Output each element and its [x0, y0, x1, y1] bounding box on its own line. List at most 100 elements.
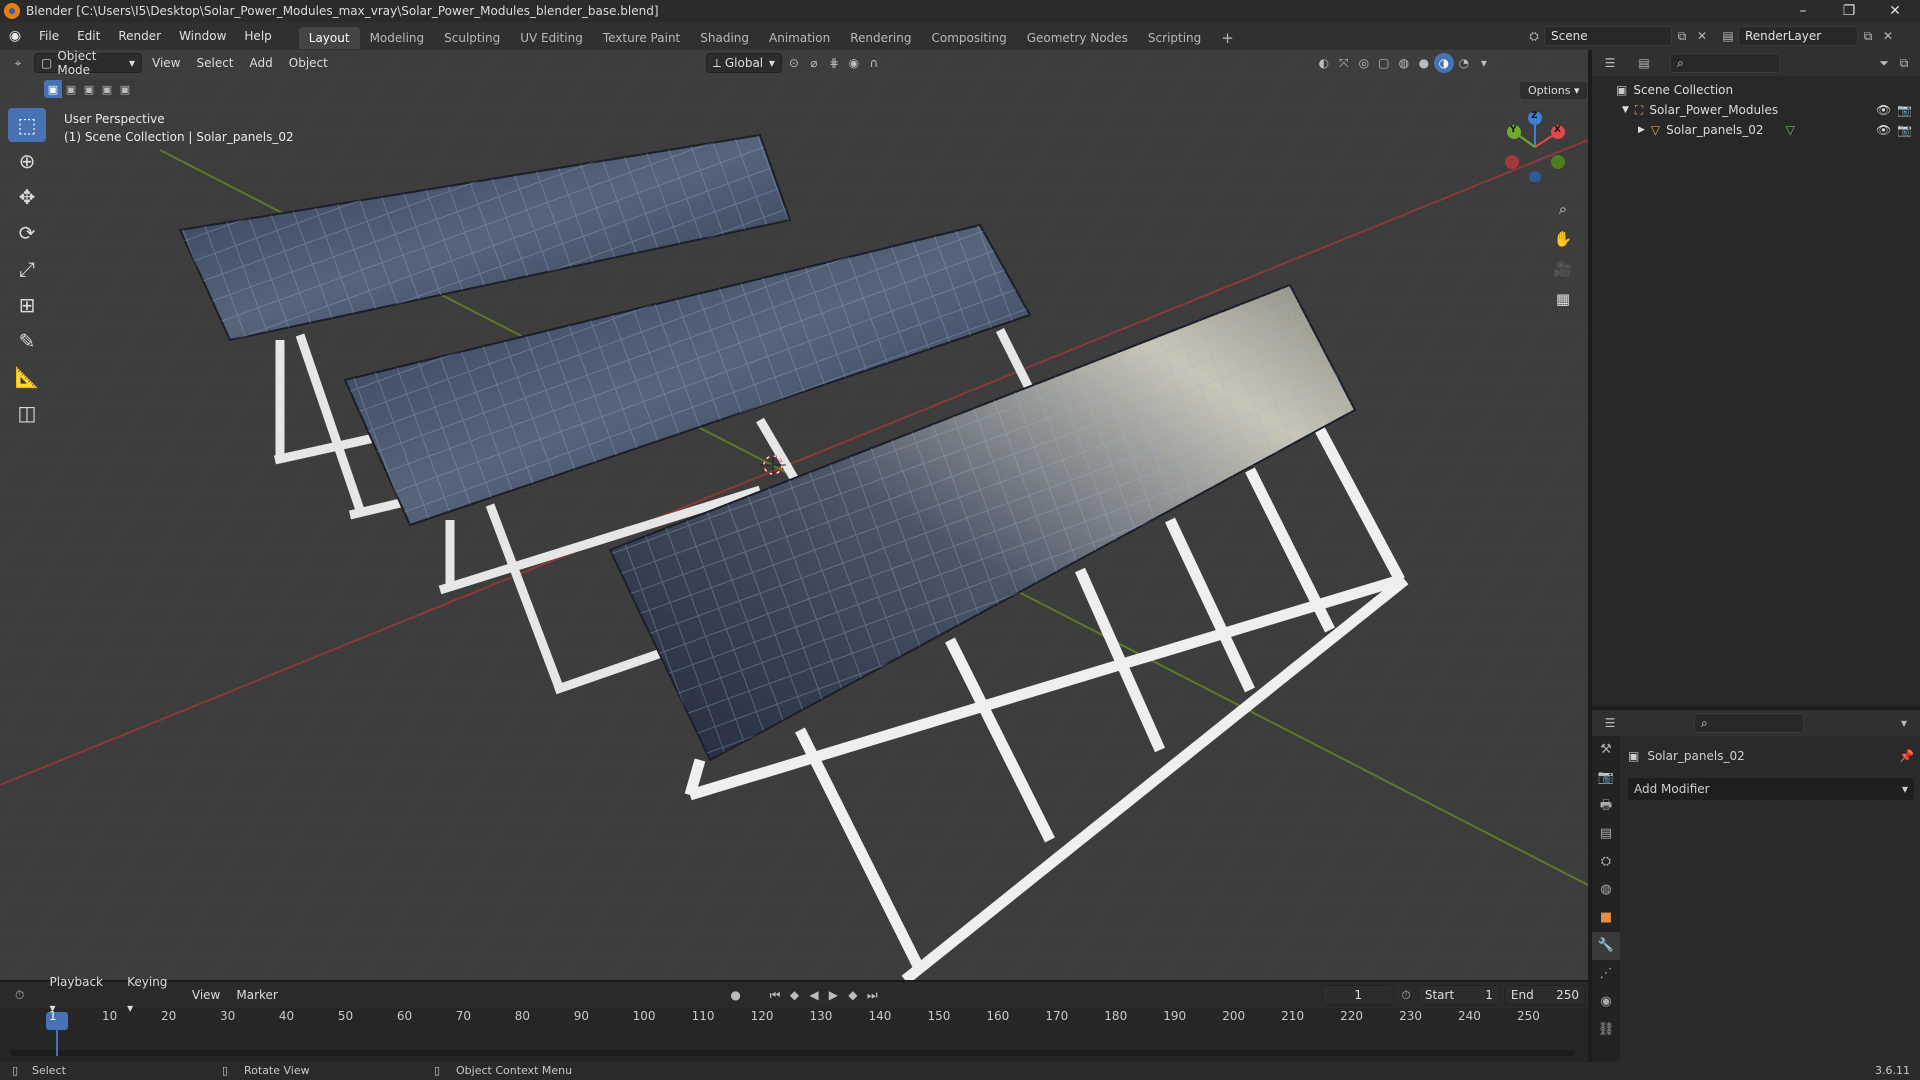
options-dropdown[interactable]: Options ▾ [1520, 82, 1588, 99]
collection-visibility-icon[interactable]: 👁 [1876, 103, 1891, 117]
mesh-data-icon[interactable]: ▽ [1786, 123, 1795, 137]
use-preview-range-icon[interactable]: ⏱ [1396, 985, 1415, 1005]
navigation-gizmo[interactable]: X Y Z [1500, 111, 1570, 183]
new-collection-icon[interactable]: ⧉ [1894, 53, 1914, 73]
select-intersect-icon[interactable]: ▣ [116, 80, 134, 98]
snap-target-icon[interactable]: ⋕ [824, 53, 844, 73]
falloff-icon[interactable]: ∩ [864, 53, 884, 73]
record-icon[interactable]: ● [726, 985, 745, 1005]
add-cube-tool-icon[interactable]: ◫ [8, 396, 46, 430]
pivot-icon[interactable]: ⊙ [784, 53, 804, 73]
scale-tool-icon[interactable]: ⤢ [8, 252, 46, 286]
viewport-menu-view[interactable]: View [144, 50, 188, 76]
jump-end-icon[interactable]: ⏭ [863, 985, 882, 1005]
select-subtract-icon[interactable]: ▣ [80, 80, 98, 98]
filter-icon[interactable]: ⏷ [1874, 53, 1894, 73]
render-tab-icon[interactable]: 📷 [1592, 764, 1620, 792]
cursor-tool-icon[interactable]: ⊕ [8, 144, 46, 178]
properties-search-input[interactable]: ⌕ [1694, 713, 1804, 733]
pan-hand-icon[interactable]: ✋ [1549, 225, 1577, 253]
tab-sculpting[interactable]: Sculpting [434, 27, 510, 49]
tab-geometry-nodes[interactable]: Geometry Nodes [1017, 27, 1138, 49]
xray-icon[interactable]: ▢ [1374, 53, 1394, 73]
properties-options-icon[interactable]: ▾ [1894, 713, 1914, 733]
physics-tab-icon[interactable]: ◉ [1592, 988, 1620, 1016]
menu-edit[interactable]: Edit [68, 22, 109, 50]
orientation-dropdown[interactable]: ⟂ Global ▾ [705, 53, 782, 73]
outliner-object-row[interactable]: ▶ ▽ Solar_panels_02 ▽ 👁 📷 [1592, 120, 1920, 140]
mode-dropdown[interactable]: ▢ Object Mode ▾ [34, 49, 142, 77]
outliner-editor-icon[interactable]: ☰ [1600, 53, 1620, 73]
timeline-menu-marker[interactable]: Marker [228, 982, 285, 1008]
snap-icon[interactable]: ⌀ [804, 53, 824, 73]
pin-icon[interactable]: 📌 [1899, 749, 1914, 763]
play-icon[interactable]: ▶ [824, 985, 843, 1005]
tab-rendering[interactable]: Rendering [840, 27, 921, 49]
zoom-icon[interactable]: ⌕ [1549, 195, 1577, 223]
properties-editor-icon[interactable]: ☰ [1600, 713, 1620, 733]
gizmo-toggle-icon[interactable]: ⤧ [1334, 53, 1354, 73]
menu-help[interactable]: Help [235, 22, 280, 50]
editor-type-icon[interactable]: ⌖ [8, 53, 28, 73]
scene-selector-icon[interactable]: ⛭ [1524, 26, 1544, 46]
view-layer-icon[interactable]: ▤ [1718, 26, 1738, 46]
view-layer-field[interactable]: RenderLayer [1738, 26, 1858, 46]
shading-options-icon[interactable]: ▾ [1474, 53, 1494, 73]
visibility-icon[interactable]: ◐ [1314, 53, 1334, 73]
constraints-tab-icon[interactable]: ⛓ [1592, 1016, 1620, 1044]
outliner-search-input[interactable]: ⌕ [1670, 53, 1780, 73]
blender-menu-icon[interactable]: ◉ [0, 28, 30, 44]
overlay-toggle-icon[interactable]: ◎ [1354, 53, 1374, 73]
menu-file[interactable]: File [30, 22, 68, 50]
annotate-tool-icon[interactable]: ✎ [8, 324, 46, 358]
world-tab-icon[interactable]: ◍ [1592, 876, 1620, 904]
start-frame-field[interactable]: Start 1 [1417, 985, 1500, 1005]
outliner-scene-collection[interactable]: ▣ Scene Collection [1592, 80, 1920, 100]
material-shading-icon[interactable]: ◑ [1433, 53, 1454, 73]
move-tool-icon[interactable]: ✥ [8, 180, 46, 214]
maximize-button[interactable]: ❐ [1826, 0, 1872, 22]
object-render-icon[interactable]: 📷 [1897, 123, 1912, 137]
transform-tool-icon[interactable]: ⊞ [8, 288, 46, 322]
jump-start-icon[interactable]: ⏮ [765, 985, 784, 1005]
viewport-menu-object[interactable]: Object [281, 50, 336, 76]
perspective-toggle-icon[interactable]: ▦ [1549, 285, 1577, 313]
modifier-tab-icon[interactable]: 🔧 [1592, 932, 1620, 960]
new-scene-icon[interactable]: ⧉ [1672, 26, 1692, 46]
end-frame-field[interactable]: End 250 [1503, 985, 1586, 1005]
add-modifier-dropdown[interactable]: Add Modifier ▾ [1628, 778, 1914, 800]
collection-render-icon[interactable]: 📷 [1897, 103, 1912, 117]
expand-arrow-icon[interactable]: ▼ [1622, 105, 1629, 115]
measure-tool-icon[interactable]: 📐 [8, 360, 46, 394]
add-workspace-button[interactable]: + [1211, 27, 1244, 49]
next-keyframe-icon[interactable]: ◆ [843, 985, 862, 1005]
tab-animation[interactable]: Animation [759, 27, 840, 49]
camera-view-icon[interactable]: 🎥 [1549, 255, 1577, 283]
scene-name-field[interactable]: Scene [1544, 26, 1672, 46]
new-view-layer-icon[interactable]: ⧉ [1858, 26, 1878, 46]
select-box-tool-icon[interactable]: ⬚ [8, 108, 46, 142]
select-extend-icon[interactable]: ▣ [62, 80, 80, 98]
timeline-menu-view[interactable]: View [184, 982, 228, 1008]
play-reverse-icon[interactable]: ◀ [804, 985, 823, 1005]
output-tab-icon[interactable]: 🖶 [1592, 792, 1620, 820]
menu-render[interactable]: Render [109, 22, 170, 50]
tab-uv-editing[interactable]: UV Editing [510, 27, 593, 49]
view-layer-tab-icon[interactable]: ▤ [1592, 820, 1620, 848]
tab-shading[interactable]: Shading [690, 27, 759, 49]
minimize-button[interactable]: – [1780, 0, 1826, 22]
tab-scripting[interactable]: Scripting [1138, 27, 1211, 49]
menu-window[interactable]: Window [170, 22, 235, 50]
wireframe-shading-icon[interactable]: ◍ [1394, 53, 1414, 73]
tab-compositing[interactable]: Compositing [921, 27, 1016, 49]
timeline-scrollbar[interactable] [10, 1050, 1575, 1056]
solid-shading-icon[interactable]: ● [1414, 53, 1434, 73]
object-tab-icon[interactable]: ■ [1592, 904, 1620, 932]
tab-layout[interactable]: Layout [298, 26, 360, 49]
select-invert-icon[interactable]: ▣ [98, 80, 116, 98]
tab-texture-paint[interactable]: Texture Paint [593, 27, 690, 49]
rotate-tool-icon[interactable]: ⟳ [8, 216, 46, 250]
delete-scene-icon[interactable]: ✕ [1692, 26, 1712, 46]
close-button[interactable]: ✕ [1872, 0, 1918, 22]
timeline-editor-icon[interactable]: ⏱ [10, 985, 29, 1005]
